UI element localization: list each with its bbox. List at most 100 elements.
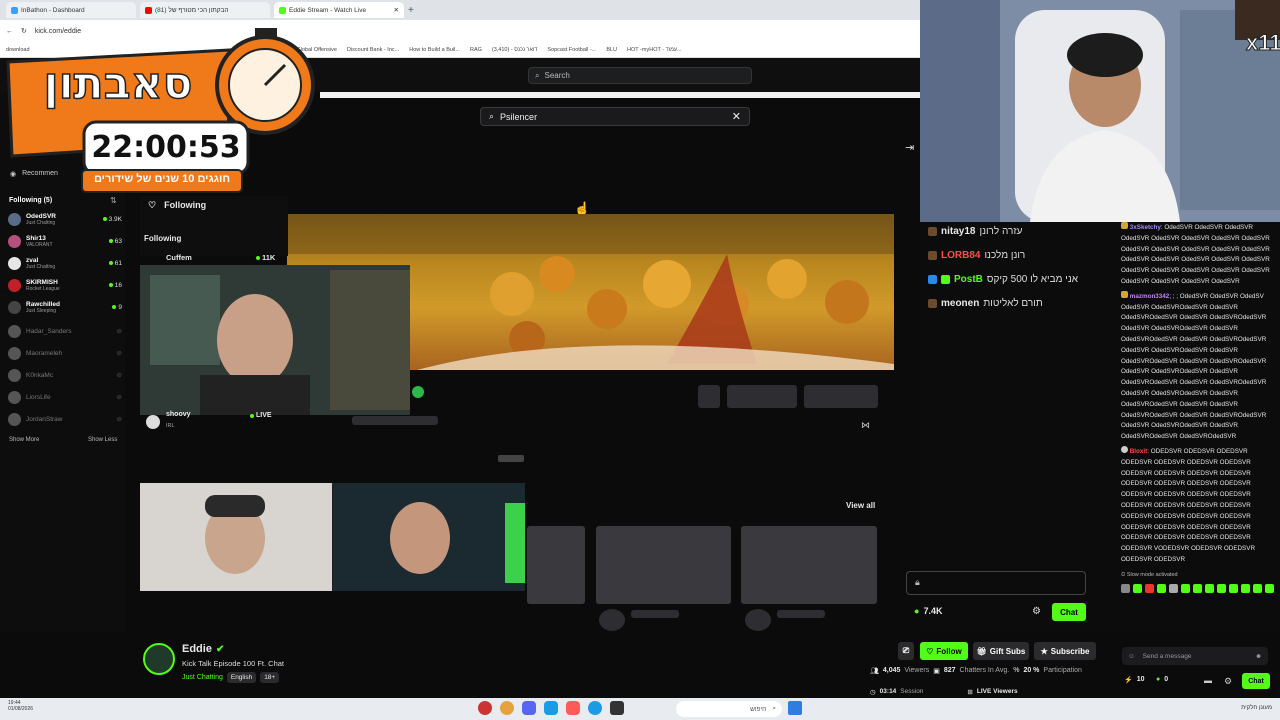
sidebar-channel[interactable]: Hadar_Sanders ⊘	[8, 321, 122, 341]
sidebar-channel[interactable]: zval Just Chatting 61	[8, 253, 122, 273]
follow-button[interactable]: ♡ Follow	[920, 642, 968, 660]
emote-icon[interactable]	[1241, 583, 1250, 593]
subscribe-label: Subscribe	[1050, 646, 1090, 656]
discord-icon[interactable]	[522, 701, 536, 715]
chat-username[interactable]: LORB84	[941, 250, 980, 261]
notification-icon[interactable]: ⎚	[898, 642, 914, 660]
share-icon[interactable]: ⋈	[861, 420, 870, 431]
sidebar-channel[interactable]: LiorsLife ⊘	[8, 387, 122, 407]
bookmark[interactable]: BLU	[606, 47, 617, 53]
subscribe-button[interactable]: ★ Subscribe	[1034, 642, 1096, 660]
chat-username[interactable]: PostB	[954, 274, 983, 285]
category-link[interactable]: Just Chatting	[182, 674, 223, 681]
channel-name[interactable]: Eddie ✔	[182, 643, 224, 655]
emote-icon[interactable]	[1121, 583, 1130, 593]
bookmark[interactable]: (3,410) - דואר נכנס	[492, 47, 538, 53]
channel-name: OdedSVR	[26, 212, 56, 220]
heart-icon: ♡	[926, 646, 934, 656]
gift-subs-button[interactable]: 🎁︎ Gift Subs	[973, 642, 1029, 660]
chrome-icon[interactable]	[500, 701, 514, 715]
tag[interactable]: 18+	[260, 672, 280, 683]
sidebar-channel[interactable]: Maorameleh ⊘	[8, 343, 122, 363]
new-tab-icon[interactable]: +	[408, 5, 414, 16]
close-icon[interactable]: ✕	[732, 110, 741, 123]
viewer-count-value: 9	[118, 303, 122, 311]
chat-username[interactable]: 3xSketchy	[1130, 224, 1161, 231]
emote-icon[interactable]	[1205, 583, 1214, 593]
emote-icon[interactable]	[1133, 583, 1142, 593]
app-icon[interactable]	[566, 701, 580, 715]
taskbar-search[interactable]: חיפוש ⌕	[676, 701, 782, 717]
avatar[interactable]	[143, 643, 175, 675]
app-icon[interactable]	[610, 701, 624, 715]
streamer-name[interactable]: shoovy	[166, 411, 191, 418]
gear-icon[interactable]: ⚙	[1032, 606, 1041, 617]
emote-icon[interactable]	[1169, 583, 1178, 593]
sidebar-channel[interactable]: JordanStraw ⊘	[8, 409, 122, 429]
expand-chat-icon[interactable]: ⇥	[905, 141, 914, 154]
live-dot-icon	[108, 239, 113, 243]
avatar	[146, 415, 160, 429]
sidebar-channel[interactable]: SKIRMISH Rocket League 16	[8, 275, 122, 295]
divider	[320, 92, 920, 98]
emote-icon[interactable]	[1229, 583, 1238, 593]
view-all-link[interactable]: View all	[846, 501, 875, 510]
sidebar-channel[interactable]: Rawchilled Just Sleeping 9	[8, 297, 122, 317]
bookmark[interactable]: HOT -myHOT - עמוד...	[627, 47, 682, 53]
emote-icon[interactable]	[1193, 583, 1202, 593]
show-more-button[interactable]: Show More	[9, 437, 39, 443]
channel-name: Hadar_Sanders	[26, 327, 72, 335]
search-input[interactable]: ⌕ Psilencer ✕	[480, 107, 750, 126]
bookmark[interactable]: Discount Bank - Inc...	[347, 47, 399, 53]
chat-username[interactable]: meonen	[941, 298, 979, 309]
chat-input[interactable]: 🔒︎	[906, 571, 1086, 595]
stream-thumbnail[interactable]	[140, 265, 410, 415]
search-icon: ⌕	[772, 705, 776, 712]
windows-start-icon[interactable]	[788, 701, 802, 715]
channel-name[interactable]: Cuffem	[166, 253, 192, 262]
badge-icon	[928, 299, 937, 308]
subathon-overlay: סאבתון 22:00:53 חוגגים 10 שנים של שידורי…	[0, 10, 320, 200]
skeleton	[777, 610, 825, 618]
bookmark[interactable]: How to Build a Buil...	[409, 47, 460, 53]
app-icon[interactable]	[544, 701, 558, 715]
edge-icon[interactable]	[588, 701, 602, 715]
close-tab-icon[interactable]: ✕	[394, 6, 399, 14]
avatar	[8, 300, 21, 314]
emote-icon[interactable]	[1217, 583, 1226, 593]
send-message-input[interactable]: ☺ Send a message ☻	[1122, 647, 1268, 665]
sidebar-channel[interactable]: Shir13 VALORANT 63	[8, 231, 122, 251]
chat-username[interactable]: mazmon3342	[1130, 293, 1170, 300]
search-icon: ⌕	[489, 111, 495, 121]
bookmark[interactable]: Sopcast Football -...	[547, 47, 596, 53]
chat-username[interactable]: nitay18	[941, 226, 975, 237]
sidebar-channel[interactable]: OdedSVR Just Chatting 3.9K	[8, 209, 122, 229]
viewer-count: 63	[108, 238, 122, 245]
emote-icon[interactable]	[1253, 583, 1262, 593]
chat-panel-right: 3xSketchy: OdedSVR OdedSVR OdedSVR OdedS…	[1118, 222, 1280, 632]
emote-icon[interactable]	[1181, 583, 1190, 593]
sidebar-channel[interactable]: K0nkaMc ⊘	[8, 365, 122, 385]
chat-username[interactable]: Bloxit	[1130, 448, 1148, 455]
app-icon[interactable]	[478, 701, 492, 715]
bookmark[interactable]: RAG	[470, 47, 482, 53]
channel-name: SKIRMISH	[26, 278, 58, 286]
emote-bar	[1121, 583, 1277, 593]
emoji-icon[interactable]: ☻	[1255, 653, 1262, 660]
tag[interactable]: English	[226, 672, 257, 683]
show-less-button[interactable]: Show Less	[88, 437, 117, 443]
chat-text: רונן מלכנו	[984, 250, 1026, 261]
emote-icon[interactable]	[1265, 583, 1274, 593]
following-heading: ♡ Following	[148, 200, 206, 211]
stream-thumbnail[interactable]	[140, 483, 525, 591]
emote-icon[interactable]	[1157, 583, 1166, 593]
live-dot-icon	[112, 305, 117, 309]
chat-send-button[interactable]: Chat	[1052, 603, 1086, 621]
stream-title: Kick Talk Episode 100 Ft. Chat	[182, 659, 284, 668]
header-search-input[interactable]: ⌕ Search	[528, 67, 752, 84]
chatters-label: Chatters In Avg.	[959, 667, 1010, 674]
gear-icon[interactable]: ⚙	[1224, 676, 1232, 687]
chat-send-button[interactable]: Chat	[1242, 673, 1270, 689]
chat-bubble-icon[interactable]: ▬	[1204, 676, 1212, 685]
emote-icon[interactable]	[1145, 583, 1154, 593]
